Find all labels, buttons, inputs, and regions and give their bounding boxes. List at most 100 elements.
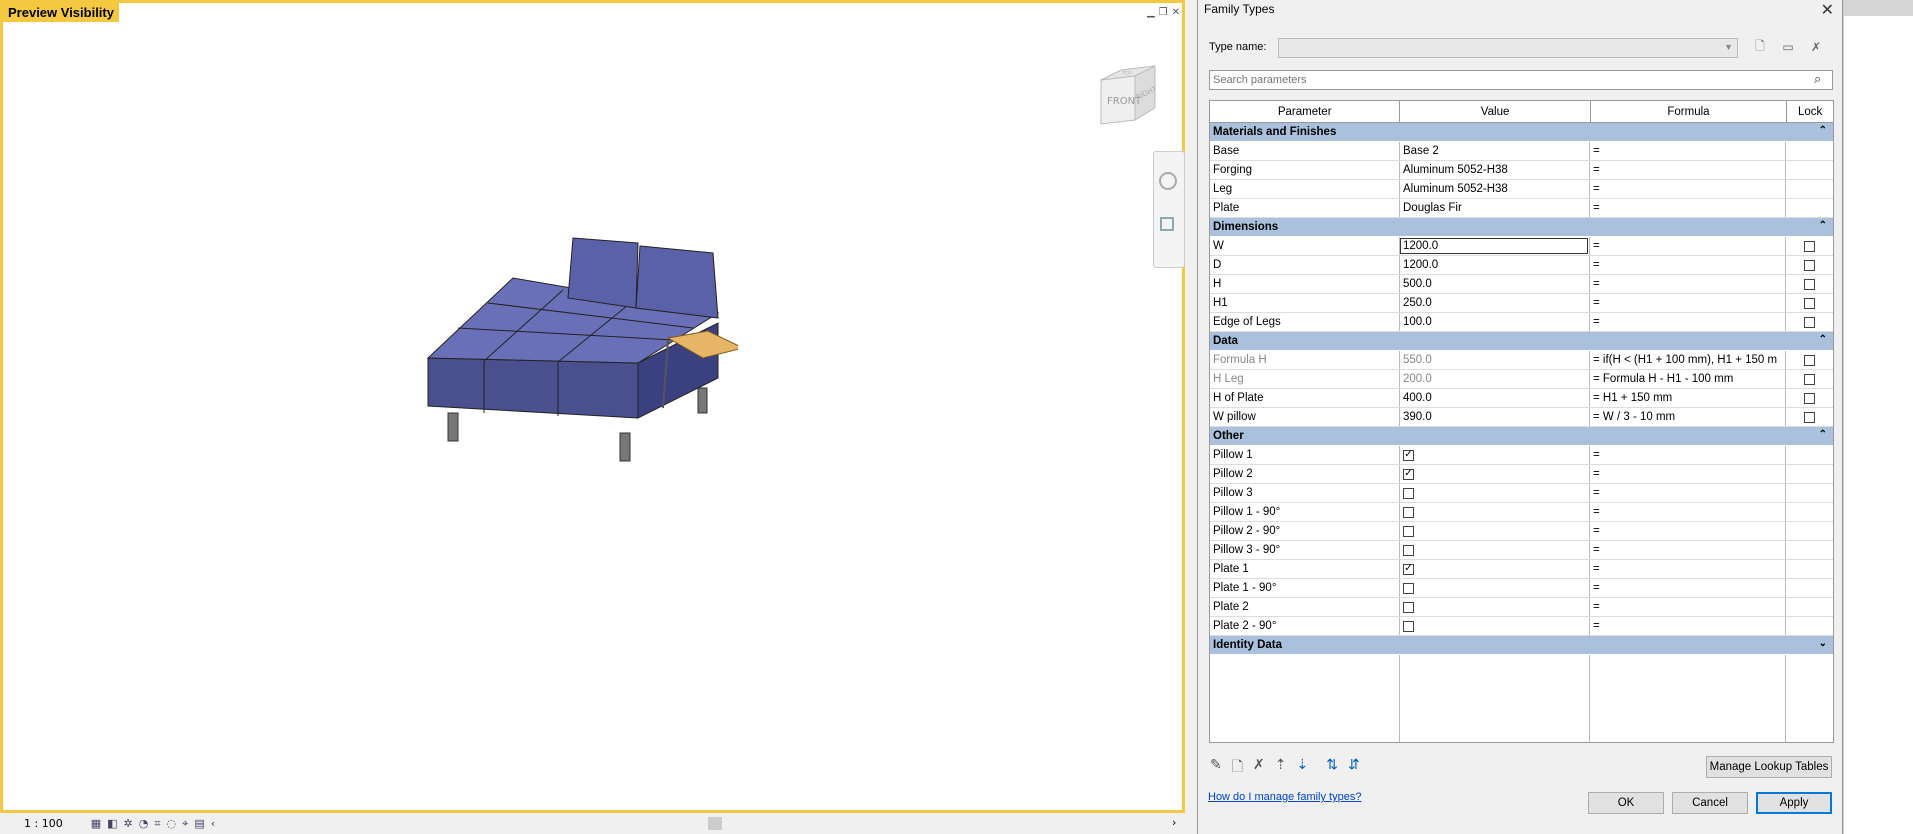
group-identity[interactable]: Identity Data ⌄ — [1210, 636, 1833, 655]
new-parameter-icon[interactable]: 🗋 — [1232, 756, 1243, 780]
move-up-icon[interactable]: ⇡ — [1275, 756, 1287, 780]
lock-checkbox[interactable] — [1803, 411, 1815, 423]
param-formula[interactable]: = — [1590, 199, 1786, 217]
param-formula[interactable]: = — [1590, 256, 1786, 274]
table-row[interactable]: W pillow 390.0 = W / 3 - 10 mm — [1210, 408, 1833, 427]
restore-icon[interactable]: ❐ — [1159, 7, 1168, 18]
value-checkbox[interactable]: ✓ — [1403, 449, 1414, 461]
param-formula[interactable]: = H1 + 150 mm — [1590, 389, 1786, 407]
lock-checkbox[interactable] — [1803, 392, 1815, 404]
param-value[interactable]: Aluminum 5052-H38 — [1400, 180, 1590, 198]
param-formula[interactable]: = — [1590, 617, 1786, 635]
minimize-icon[interactable]: ▁ — [1147, 7, 1155, 18]
table-row[interactable]: Plate 1 - 90° = — [1210, 579, 1833, 598]
param-formula[interactable]: = — [1590, 484, 1786, 502]
shadows-icon[interactable]: ◔ — [139, 817, 149, 831]
steering-wheel-icon[interactable] — [1159, 172, 1177, 190]
value-edit-box[interactable]: 1200.0 — [1400, 238, 1588, 254]
lock-checkbox[interactable] — [1803, 297, 1815, 309]
lock-checkbox[interactable] — [1803, 373, 1815, 385]
param-value[interactable]: Aluminum 5052-H38 — [1400, 161, 1590, 179]
param-formula[interactable]: = W / 3 - 10 mm — [1590, 408, 1786, 426]
preview-viewport[interactable]: Preview Visibility ▁ ❐ ✕ FRONT RIGHT TOP — [0, 0, 1185, 813]
param-formula[interactable]: = — [1590, 598, 1786, 616]
sun-path-icon[interactable]: ✲ — [124, 817, 133, 831]
table-row[interactable]: Pillow 3 = — [1210, 484, 1833, 503]
param-formula[interactable]: = — [1590, 294, 1786, 312]
collapse-icon[interactable]: ⌃ — [1819, 125, 1827, 136]
value-checkbox[interactable]: ✓ — [1403, 563, 1414, 575]
param-value[interactable]: 390.0 — [1400, 408, 1590, 426]
param-formula[interactable]: = — [1590, 503, 1786, 521]
new-type-icon[interactable]: 🗋 — [1751, 38, 1769, 56]
group-dimensions[interactable]: Dimensions ⌃ — [1210, 218, 1833, 237]
param-formula[interactable]: = — [1590, 541, 1786, 559]
param-formula[interactable]: = — [1590, 579, 1786, 597]
horizontal-scroll-thumb[interactable] — [708, 817, 722, 830]
zoom-icon[interactable] — [1160, 217, 1174, 231]
param-formula[interactable]: = — [1590, 465, 1786, 483]
scroll-left-icon[interactable]: ‹ — [211, 817, 215, 831]
table-row[interactable]: H1 250.0 = — [1210, 294, 1833, 313]
move-down-icon[interactable]: ⇣ — [1296, 756, 1308, 780]
hide-isolate-icon[interactable]: ◌ — [167, 817, 177, 831]
group-data[interactable]: Data ⌃ — [1210, 332, 1833, 351]
group-materials[interactable]: Materials and Finishes ⌃ — [1210, 123, 1833, 142]
column-value[interactable]: Value — [1400, 101, 1591, 122]
close-icon[interactable]: ✕ — [1172, 7, 1180, 18]
dialog-close-icon[interactable]: ✕ — [1821, 0, 1834, 20]
analytical-icon[interactable]: ▤ — [194, 817, 204, 831]
param-formula[interactable]: = if(H < (H1 + 100 mm), H1 + 150 m — [1590, 351, 1786, 369]
visual-style-icon[interactable]: ◧ — [107, 817, 117, 831]
edit-parameter-icon[interactable]: ✎ — [1210, 756, 1222, 780]
table-row[interactable]: W 1200.0 = — [1210, 237, 1833, 256]
value-checkbox[interactable] — [1403, 582, 1414, 594]
search-parameters-input[interactable] — [1209, 70, 1833, 90]
help-link[interactable]: How do I manage family types? — [1208, 791, 1361, 803]
value-checkbox[interactable] — [1403, 601, 1414, 613]
rename-type-icon[interactable]: ▭ — [1779, 38, 1797, 56]
collapse-icon[interactable]: ⌃ — [1819, 220, 1827, 231]
param-value[interactable]: 100.0 — [1400, 313, 1590, 331]
cancel-button[interactable]: Cancel — [1672, 792, 1748, 814]
param-formula[interactable]: = — [1590, 522, 1786, 540]
param-formula[interactable]: = — [1590, 313, 1786, 331]
column-formula[interactable]: Formula — [1591, 101, 1788, 122]
lock-checkbox[interactable] — [1803, 259, 1815, 271]
apply-button[interactable]: Apply — [1756, 792, 1832, 814]
table-row[interactable]: H of Plate 400.0 = H1 + 150 mm — [1210, 389, 1833, 408]
param-formula[interactable]: = — [1590, 275, 1786, 293]
param-value[interactable]: Douglas Fir — [1400, 199, 1590, 217]
table-row[interactable]: Pillow 1 - 90° = — [1210, 503, 1833, 522]
collapse-icon[interactable]: ⌃ — [1819, 429, 1827, 440]
param-formula[interactable]: = — [1590, 142, 1786, 160]
group-other[interactable]: Other ⌃ — [1210, 427, 1833, 446]
value-checkbox[interactable] — [1403, 620, 1414, 632]
collapse-icon[interactable]: ⌃ — [1819, 334, 1827, 345]
param-value[interactable]: 500.0 — [1400, 275, 1590, 293]
table-row[interactable]: D 1200.0 = — [1210, 256, 1833, 275]
sort-ascending-icon[interactable]: ⇅ — [1326, 756, 1338, 780]
lock-checkbox[interactable] — [1803, 316, 1815, 328]
param-value[interactable]: 400.0 — [1400, 389, 1590, 407]
param-formula[interactable]: = — [1590, 161, 1786, 179]
table-row[interactable]: Pillow 1 ✓ = — [1210, 446, 1833, 465]
column-lock[interactable]: Lock — [1787, 101, 1833, 122]
view-scale[interactable]: 1 : 100 — [24, 817, 63, 830]
value-checkbox[interactable]: ✓ — [1403, 468, 1414, 480]
expand-icon[interactable]: ⌄ — [1819, 638, 1827, 649]
table-row[interactable]: Plate 2 - 90° = — [1210, 617, 1833, 636]
param-formula[interactable]: = Formula H - H1 - 100 mm — [1590, 370, 1786, 388]
ok-button[interactable]: OK — [1588, 792, 1664, 814]
table-row[interactable]: Edge of Legs 100.0 = — [1210, 313, 1833, 332]
table-row[interactable]: Plate 2 = — [1210, 598, 1833, 617]
table-row[interactable]: Pillow 2 ✓ = — [1210, 465, 1833, 484]
scroll-right-icon[interactable]: › — [1172, 816, 1176, 829]
table-row[interactable]: Pillow 2 - 90° = — [1210, 522, 1833, 541]
search-icon[interactable]: ⌕ — [1814, 71, 1821, 87]
table-row[interactable]: Base Base 2 = — [1210, 142, 1833, 161]
manage-lookup-tables-button[interactable]: Manage Lookup Tables — [1706, 756, 1832, 778]
table-row[interactable]: Plate 1 ✓ = — [1210, 560, 1833, 579]
param-formula[interactable]: = — [1590, 237, 1786, 255]
reveal-icon[interactable]: ⌖ — [182, 817, 188, 831]
